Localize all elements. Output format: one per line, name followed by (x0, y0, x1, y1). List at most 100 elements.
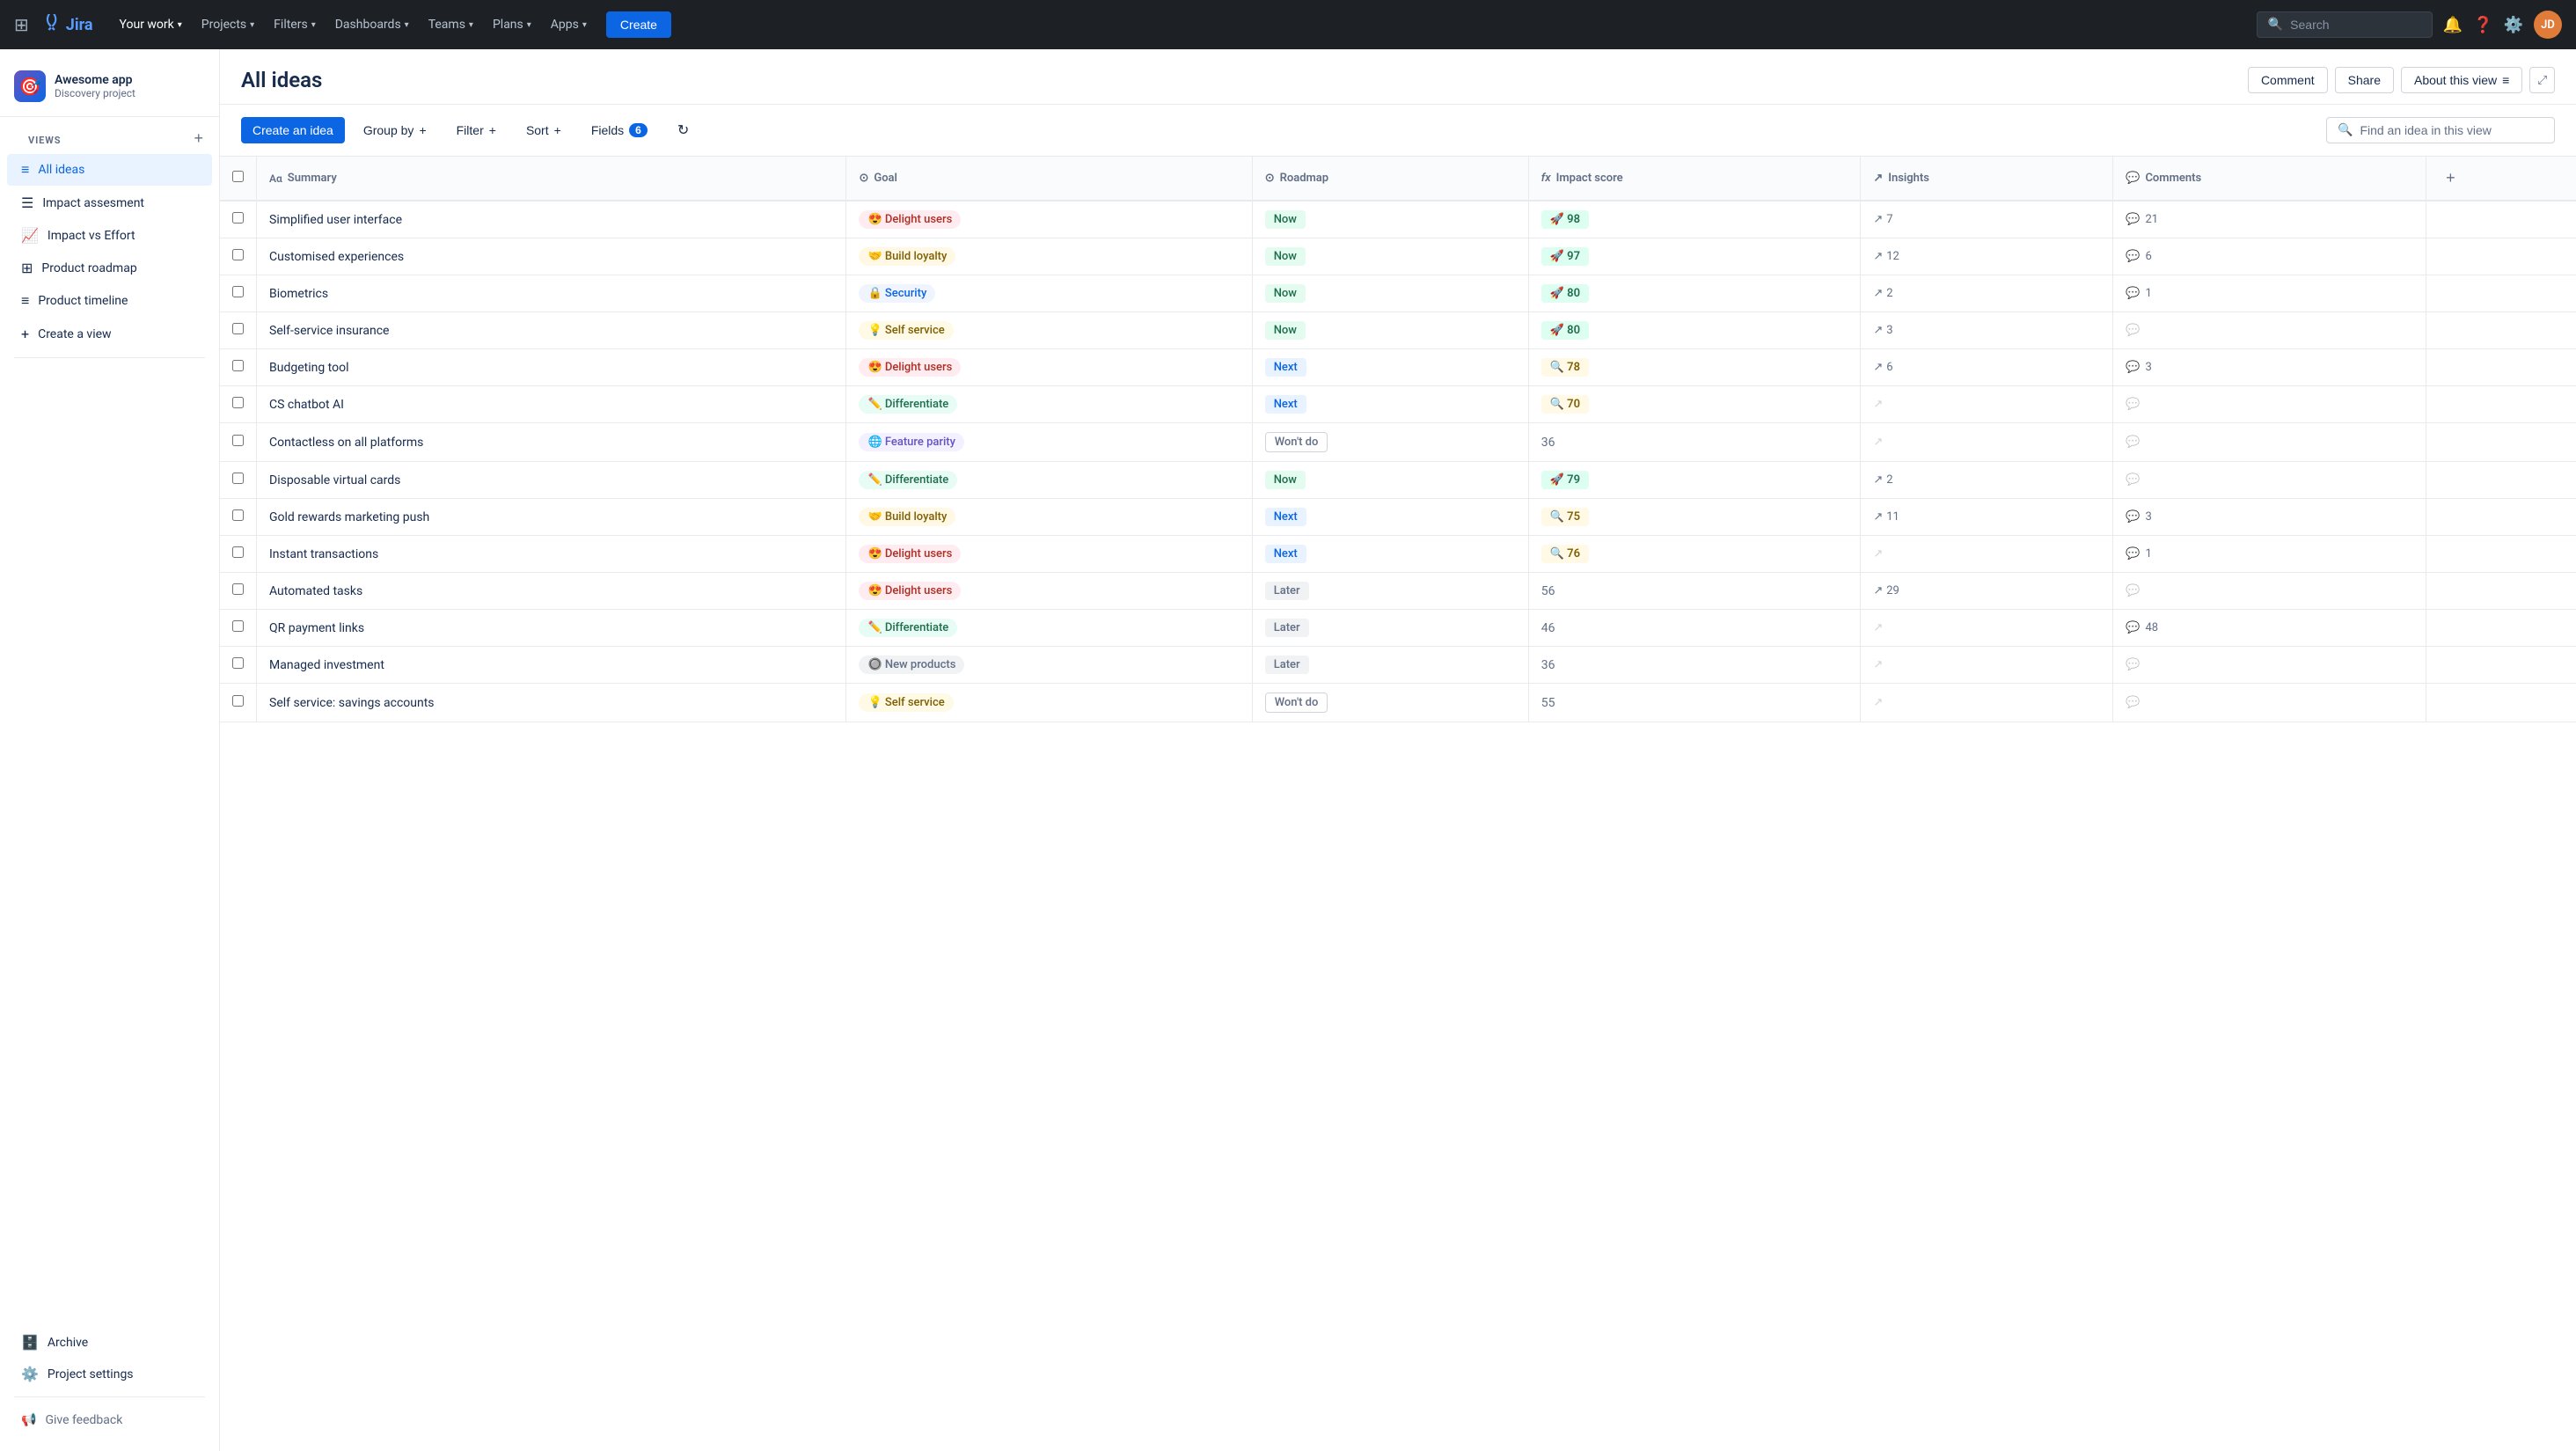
row-goal[interactable]: ✏️ Differentiate (846, 610, 1252, 647)
row-roadmap[interactable]: Won't do (1252, 684, 1528, 722)
create-button[interactable]: Create (606, 11, 671, 38)
about-view-button[interactable]: About this view ≡ (2401, 67, 2522, 93)
sidebar-item-product-timeline[interactable]: ≡ Product timeline (7, 285, 212, 317)
row-roadmap[interactable]: Now (1252, 238, 1528, 275)
row-roadmap[interactable]: Now (1252, 275, 1528, 312)
comment-button[interactable]: Comment (2248, 67, 2328, 93)
row-roadmap[interactable]: Next (1252, 386, 1528, 423)
row-impact-score[interactable]: 56 (1528, 573, 1861, 610)
row-checkbox[interactable] (232, 249, 244, 260)
row-summary[interactable]: Automated tasks (257, 573, 846, 610)
row-checkbox[interactable] (232, 546, 244, 558)
refresh-button[interactable]: ↻ (666, 115, 700, 145)
row-checkbox[interactable] (232, 695, 244, 707)
idea-search[interactable]: 🔍 (2326, 117, 2555, 143)
settings-icon[interactable]: ⚙️ (2504, 16, 2523, 34)
sidebar-item-all-ideas[interactable]: ≡ All ideas (7, 154, 212, 186)
nav-teams[interactable]: Teams ▾ (420, 12, 482, 37)
nav-filters[interactable]: Filters ▾ (265, 12, 325, 37)
row-goal[interactable]: 😍 Delight users (846, 349, 1252, 386)
row-goal[interactable]: 🤝 Build loyalty (846, 238, 1252, 275)
row-impact-score[interactable]: 🚀 98 (1528, 201, 1861, 238)
grid-icon[interactable]: ⊞ (14, 14, 29, 35)
row-goal[interactable]: 🔘 New products (846, 647, 1252, 684)
row-summary[interactable]: Managed investment (257, 647, 846, 684)
fields-button[interactable]: Fields 6 (580, 117, 659, 143)
row-goal[interactable]: ✏️ Differentiate (846, 386, 1252, 423)
row-impact-score[interactable]: 🔍 76 (1528, 536, 1861, 573)
row-summary[interactable]: Simplified user interface (257, 201, 846, 238)
row-summary[interactable]: CS chatbot AI (257, 386, 846, 423)
row-roadmap[interactable]: Now (1252, 312, 1528, 349)
select-all-checkbox[interactable] (232, 171, 244, 182)
nav-plans[interactable]: Plans ▾ (484, 12, 540, 37)
row-goal[interactable]: 😍 Delight users (846, 573, 1252, 610)
row-roadmap[interactable]: Now (1252, 462, 1528, 499)
row-goal[interactable]: 💡 Self service (846, 312, 1252, 349)
row-goal[interactable]: 💡 Self service (846, 684, 1252, 722)
sort-button[interactable]: Sort + (515, 117, 573, 143)
row-checkbox[interactable] (232, 212, 244, 224)
row-impact-score[interactable]: 46 (1528, 610, 1861, 647)
topnav-search[interactable]: 🔍 (2257, 11, 2433, 38)
row-impact-score[interactable]: 🚀 79 (1528, 462, 1861, 499)
row-impact-score[interactable]: 36 (1528, 423, 1861, 462)
sidebar-feedback[interactable]: 📢 Give feedback (7, 1404, 212, 1436)
fullscreen-button[interactable]: ⤢ (2529, 67, 2555, 93)
nav-apps[interactable]: Apps ▾ (542, 12, 596, 37)
row-goal[interactable]: 🤝 Build loyalty (846, 499, 1252, 536)
row-impact-score[interactable]: 🚀 80 (1528, 275, 1861, 312)
filter-button[interactable]: Filter + (445, 117, 508, 143)
row-goal[interactable]: 😍 Delight users (846, 201, 1252, 238)
row-roadmap[interactable]: Next (1252, 349, 1528, 386)
row-checkbox[interactable] (232, 323, 244, 334)
row-summary[interactable]: Customised experiences (257, 238, 846, 275)
row-impact-score[interactable]: 🔍 75 (1528, 499, 1861, 536)
add-column-button[interactable]: + (2439, 165, 2463, 191)
sidebar-item-create-view[interactable]: + Create a view (7, 319, 212, 349)
row-summary[interactable]: Budgeting tool (257, 349, 846, 386)
row-roadmap[interactable]: Later (1252, 647, 1528, 684)
row-summary[interactable]: Disposable virtual cards (257, 462, 846, 499)
search-input[interactable] (2290, 18, 2413, 32)
row-summary[interactable]: Contactless on all platforms (257, 423, 846, 462)
row-checkbox[interactable] (232, 397, 244, 408)
row-impact-score[interactable]: 🔍 70 (1528, 386, 1861, 423)
row-summary[interactable]: QR payment links (257, 610, 846, 647)
sidebar-item-impact-effort[interactable]: 📈 Impact vs Effort (7, 220, 212, 251)
sidebar-item-impact-assesment[interactable]: ☰ Impact assesment (7, 187, 212, 218)
row-summary[interactable]: Instant transactions (257, 536, 846, 573)
sidebar-item-archive[interactable]: 🗄️ Archive (7, 1327, 212, 1358)
user-avatar[interactable]: JD (2534, 11, 2562, 39)
row-goal[interactable]: 😍 Delight users (846, 536, 1252, 573)
row-roadmap[interactable]: Now (1252, 201, 1528, 238)
jira-logo[interactable]: Jira (40, 14, 93, 35)
help-icon[interactable]: ❓ (2473, 16, 2492, 34)
row-goal[interactable]: ✏️ Differentiate (846, 462, 1252, 499)
row-impact-score[interactable]: 🚀 97 (1528, 238, 1861, 275)
row-roadmap[interactable]: Won't do (1252, 423, 1528, 462)
sidebar-item-project-settings[interactable]: ⚙️ Project settings (7, 1359, 212, 1389)
nav-dashboards[interactable]: Dashboards ▾ (326, 12, 418, 37)
row-checkbox[interactable] (232, 286, 244, 297)
row-roadmap[interactable]: Next (1252, 536, 1528, 573)
create-idea-button[interactable]: Create an idea (241, 117, 345, 143)
row-impact-score[interactable]: 36 (1528, 647, 1861, 684)
row-roadmap[interactable]: Later (1252, 610, 1528, 647)
group-by-button[interactable]: Group by + (352, 117, 438, 143)
nav-yourwork[interactable]: Your work ▾ (111, 12, 191, 37)
sidebar-item-product-roadmap[interactable]: ⊞ Product roadmap (7, 253, 212, 283)
row-summary[interactable]: Biometrics (257, 275, 846, 312)
add-view-button[interactable]: + (192, 128, 205, 150)
idea-search-input[interactable] (2360, 123, 2536, 137)
row-checkbox[interactable] (232, 435, 244, 446)
row-checkbox[interactable] (232, 583, 244, 595)
row-checkbox[interactable] (232, 620, 244, 632)
row-impact-score[interactable]: 55 (1528, 684, 1861, 722)
row-roadmap[interactable]: Later (1252, 573, 1528, 610)
nav-projects[interactable]: Projects ▾ (193, 12, 263, 37)
share-button[interactable]: Share (2335, 67, 2394, 93)
notifications-icon[interactable]: 🔔 (2443, 16, 2463, 34)
row-checkbox[interactable] (232, 473, 244, 484)
row-summary[interactable]: Self-service insurance (257, 312, 846, 349)
